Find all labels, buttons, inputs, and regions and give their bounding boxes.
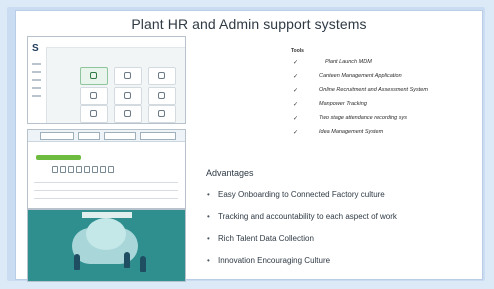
dashboard-topbar [46,37,185,48]
checkbox-icon [92,166,98,173]
list-item: ✓ Plant Launch MDM [293,59,372,66]
app-icon [124,72,131,79]
tab [40,132,74,140]
advantages-list: • Easy Onboarding to Connected Factory c… [207,190,477,278]
list-item: ✓ Canteen Management Application [293,73,402,80]
app-icon [124,92,131,99]
bullet-icon: • [207,190,210,199]
bullet-icon: • [207,234,210,243]
slide-title: Plant HR and Admin support systems [131,16,367,32]
slide: Plant HR and Admin support systems S Too… [15,10,483,282]
tools-header: Tools [291,48,304,54]
app-icon [90,92,97,99]
dashboard-card [80,105,108,123]
advantage-item: • Easy Onboarding to Connected Factory c… [207,190,385,199]
dashboard-card [114,87,142,105]
person-icon [140,256,146,272]
checkbox-icon [52,166,58,173]
advantage-item: • Rich Talent Data Collection [207,234,314,243]
checkbox-icon [108,166,114,173]
advantage-item: • Tracking and accountability to each as… [207,212,397,221]
logo-icon: S [32,43,39,54]
app-icon [90,72,97,79]
app-icon [124,110,131,117]
tools-list: ✓ Plant Launch MDM ✓ Canteen Management … [293,58,483,142]
checkbox-icon [84,166,90,173]
bullet-icon: • [207,212,210,221]
advantages-title: Advantages [206,168,254,178]
tab [78,132,100,140]
menu-line [32,63,41,65]
check-icon: ✓ [293,102,299,108]
menu-line [32,87,41,89]
advantage-item: • Innovation Encouraging Culture [207,256,331,265]
table-line [34,182,178,183]
list-item: ✓ Two stage attendance recording sys [293,115,407,122]
list-item: ✓ Manpower Tracking [293,101,367,108]
app-icon [90,110,97,117]
progress-bar [36,155,81,160]
dashboard-sidebar: S [28,37,47,123]
dashboard-card [148,87,176,105]
list-item: ✓ Online Recruitment and Assessment Syst… [293,87,428,94]
bullet-icon: • [207,256,210,265]
dashboard-card [148,105,176,123]
attendance-screenshot [27,129,186,209]
checkbox-icon [100,166,106,173]
attendance-header [28,130,185,142]
checkbox-icon [76,166,82,173]
tab [104,132,136,140]
dashboard-card [114,105,142,123]
dashboard-screenshot: S [27,36,186,124]
dashboard-card [80,67,108,85]
dashboard-card [148,67,176,85]
tab [140,132,176,140]
check-icon: ✓ [293,60,299,66]
checkbox-icon [68,166,74,173]
menu-line [32,79,41,81]
app-icon [158,110,165,117]
check-icon: ✓ [293,88,299,94]
person-icon [124,252,130,268]
app-icon [158,72,165,79]
menu-line [32,95,41,97]
person-icon [74,254,80,270]
check-icon: ✓ [293,130,299,136]
security-illustration [27,209,186,282]
app-icon [158,92,165,99]
check-icon: ✓ [293,116,299,122]
table-line [34,198,178,199]
list-item: ✓ Idea Management System [293,129,384,136]
dashboard-card [80,87,108,105]
table-line [34,190,178,191]
cloud-icon [86,218,126,250]
menu-line [32,71,41,73]
attendance-row [36,166,176,175]
dashboard-card [114,67,142,85]
checkbox-icon [60,166,66,173]
check-icon: ✓ [293,74,299,80]
